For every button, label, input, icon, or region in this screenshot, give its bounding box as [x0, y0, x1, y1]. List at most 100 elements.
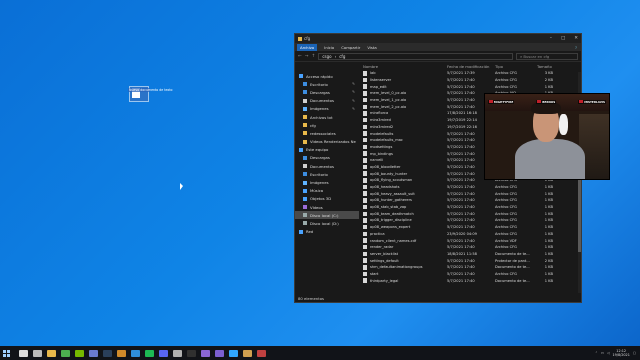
app-icon[interactable]	[242, 349, 252, 357]
sidebar-item[interactable]: Acceso rápido	[295, 72, 359, 80]
network-icon	[299, 229, 303, 234]
nvidia-icon[interactable]	[74, 349, 84, 357]
file-row[interactable]: server_blacklist 18/8/2021 11:58 Documento…	[361, 251, 578, 258]
spotify-icon[interactable]	[144, 349, 154, 357]
file-row[interactable]: op08_heavy_assault_suit 5/7/2021 17:40 Arc…	[361, 190, 578, 197]
search-input[interactable]: ⌕ Buscar en cfg	[516, 52, 578, 60]
breadcrumb-csgo[interactable]: csgo	[322, 54, 331, 59]
file-row[interactable]: op08_team_deathmatch 5/7/2021 17:40 Archiv…	[361, 210, 578, 217]
sidebar-item[interactable]: Música	[295, 187, 359, 195]
file-name-cell: modelefaults_mac	[361, 137, 447, 143]
file-icon	[363, 111, 367, 116]
media-icon[interactable]	[172, 349, 182, 357]
column-header-size[interactable]: Tamaño	[537, 64, 567, 69]
notification-icon[interactable]: ▢	[633, 351, 636, 355]
volume-icon[interactable]: ◁	[607, 351, 610, 355]
file-size: 1 KB	[544, 231, 553, 236]
sidebar-item[interactable]: Disco local (C:)	[295, 211, 359, 220]
sidebar-item[interactable]: Descargas ✎	[295, 88, 359, 96]
clock[interactable]: 12:12 19/8/2021	[612, 349, 629, 357]
sidebar-item[interactable]: Documentos ✎	[295, 97, 359, 105]
tab-inicio[interactable]: Inicio	[324, 45, 334, 50]
file-name-cell: modelefaults	[361, 131, 447, 136]
sidebar-item[interactable]: Imágenes ✎	[295, 105, 359, 113]
file-size: 1 KB	[544, 278, 553, 283]
chevron-up-icon[interactable]: ⌃	[595, 351, 598, 355]
sidebar-item-label: Videos Renderizados Ne	[310, 139, 356, 145]
maximize-button[interactable]: □	[561, 36, 565, 41]
desktop-icon-label[interactable]: Nuevo documento de texto	[128, 88, 173, 92]
file-row[interactable]: listenserver 5/7/2021 17:40 Archivo CFG 2 K…	[361, 77, 578, 84]
tab-archivo[interactable]: Archivo	[297, 43, 318, 51]
column-header-date[interactable]: Fecha de modificación	[447, 64, 495, 69]
photoshop-icon[interactable]	[228, 349, 238, 357]
sidebar-item[interactable]: Este equipo	[295, 146, 359, 154]
help-icon[interactable]: ?	[575, 45, 577, 50]
file-icon	[363, 184, 367, 190]
file-row[interactable]: shm_defaultanimationgroups 5/7/2021 17:40…	[361, 264, 578, 271]
back-arrow-icon[interactable]: ←	[298, 54, 302, 59]
app-icon[interactable]	[88, 349, 98, 357]
file-row[interactable]: op08_stab_stab_zap 5/7/2021 17:40 Archivo …	[361, 204, 578, 211]
sidebar-item[interactable]: Imágenes	[295, 178, 359, 186]
file-row[interactable]: start 5/7/2021 17:40 Archivo CFG 1 KB	[361, 271, 578, 278]
premiere-icon[interactable]	[214, 349, 224, 357]
vscode-icon[interactable]	[130, 349, 140, 357]
file-row[interactable]: op08_trigger_discipline 5/7/2021 17:40 Arc…	[361, 217, 578, 224]
up-arrow-icon[interactable]: ↑	[312, 54, 316, 59]
obs-icon[interactable]	[186, 349, 196, 357]
start-windows-icon[interactable]	[3, 349, 13, 357]
sidebar-item[interactable]: Archivos txt	[295, 113, 359, 121]
file-size: 1 KB	[544, 251, 553, 256]
pin-icon: ✎	[352, 106, 355, 111]
file-row[interactable]: op08_headshots 5/7/2021 17:40 Archivo CFG 1…	[361, 184, 578, 191]
breadcrumb-cfg[interactable]: cfg	[339, 54, 345, 59]
sidebar-item[interactable]: redessociales	[295, 129, 359, 137]
sidebar-item[interactable]: Escritorio ✎	[295, 80, 359, 88]
forward-arrow-icon[interactable]: →	[305, 54, 309, 59]
task-view-icon[interactable]	[32, 349, 42, 357]
file-date: 5/7/2021 17:40	[447, 258, 475, 263]
tab-vista[interactable]: Vista	[367, 45, 376, 50]
file-row[interactable]: op08_weapons_expert 5/7/2021 17:40 Archivo…	[361, 224, 578, 231]
sidebar-item[interactable]: cfg	[295, 121, 359, 129]
file-row[interactable]: random_client_names.cdf 5/7/2021 17:40 Arc…	[361, 237, 578, 244]
sidebar-item[interactable]: Videos Renderizados Ne	[295, 138, 359, 146]
sidebar-item[interactable]: Red	[295, 228, 359, 236]
steam-icon[interactable]	[102, 349, 112, 357]
file-row[interactable]: render_radar 5/7/2021 17:40 Archivo CFG 1 K…	[361, 244, 578, 251]
minimize-button[interactable]: –	[550, 36, 552, 41]
tab-compartir[interactable]: Compartir	[341, 45, 360, 50]
discord-icon[interactable]	[158, 349, 168, 357]
csgo-icon[interactable]	[116, 349, 126, 357]
column-header-name[interactable]: Nombre	[361, 64, 447, 69]
sidebar-item[interactable]: Descargas	[295, 154, 359, 162]
file-name: thirdparty_legal	[370, 278, 399, 283]
file-row[interactable]: map_edit 5/7/2021 17:40 Archivo CFG 1 KB	[361, 83, 578, 90]
file-row[interactable]: op08_hunter_gatherers 5/7/2021 17:40 Archi…	[361, 197, 578, 204]
column-header-type[interactable]: Tipo	[495, 64, 537, 69]
file-row[interactable]: lab 5/7/2021 17:39 Archivo CFG 3 KB	[361, 70, 578, 77]
close-button[interactable]: ✕	[574, 36, 578, 41]
sidebar-item[interactable]: Escritorio	[295, 170, 359, 178]
sidebar-item[interactable]: Objetos 3D	[295, 195, 359, 203]
file-icon	[363, 244, 367, 250]
sidebar-item[interactable]: Documentos	[295, 162, 359, 170]
app-icon[interactable]	[256, 349, 266, 357]
file-row[interactable]: settings_default 5/7/2021 17:40 Protector …	[361, 257, 578, 264]
address-bar[interactable]: csgo › cfg	[318, 52, 513, 60]
network-icon[interactable]: ▭	[601, 351, 604, 355]
search-icon[interactable]	[18, 349, 28, 357]
address-bar-row: ← → ↑ csgo › cfg ⌕ Buscar en cfg	[295, 51, 581, 62]
file-type: Documento de te...	[495, 265, 530, 270]
sidebar-item[interactable]: Vídeos	[295, 203, 359, 211]
file-explorer-icon[interactable]	[46, 349, 56, 357]
file-type: Documento de te...	[495, 278, 530, 283]
file-row[interactable]: practica 23/9/2020 04:09 Archivo CFG 1 KB	[361, 231, 578, 238]
chrome-icon[interactable]	[60, 349, 70, 357]
sidebar-item[interactable]: Disco local (D:)	[295, 219, 359, 227]
sidebar-item-label: Red	[306, 229, 314, 235]
title-bar[interactable]: cfg – □ ✕	[295, 34, 581, 43]
file-row[interactable]: thirdparty_legal 5/7/2021 17:40 Documento …	[361, 277, 578, 284]
after-effects-icon[interactable]	[200, 349, 210, 357]
